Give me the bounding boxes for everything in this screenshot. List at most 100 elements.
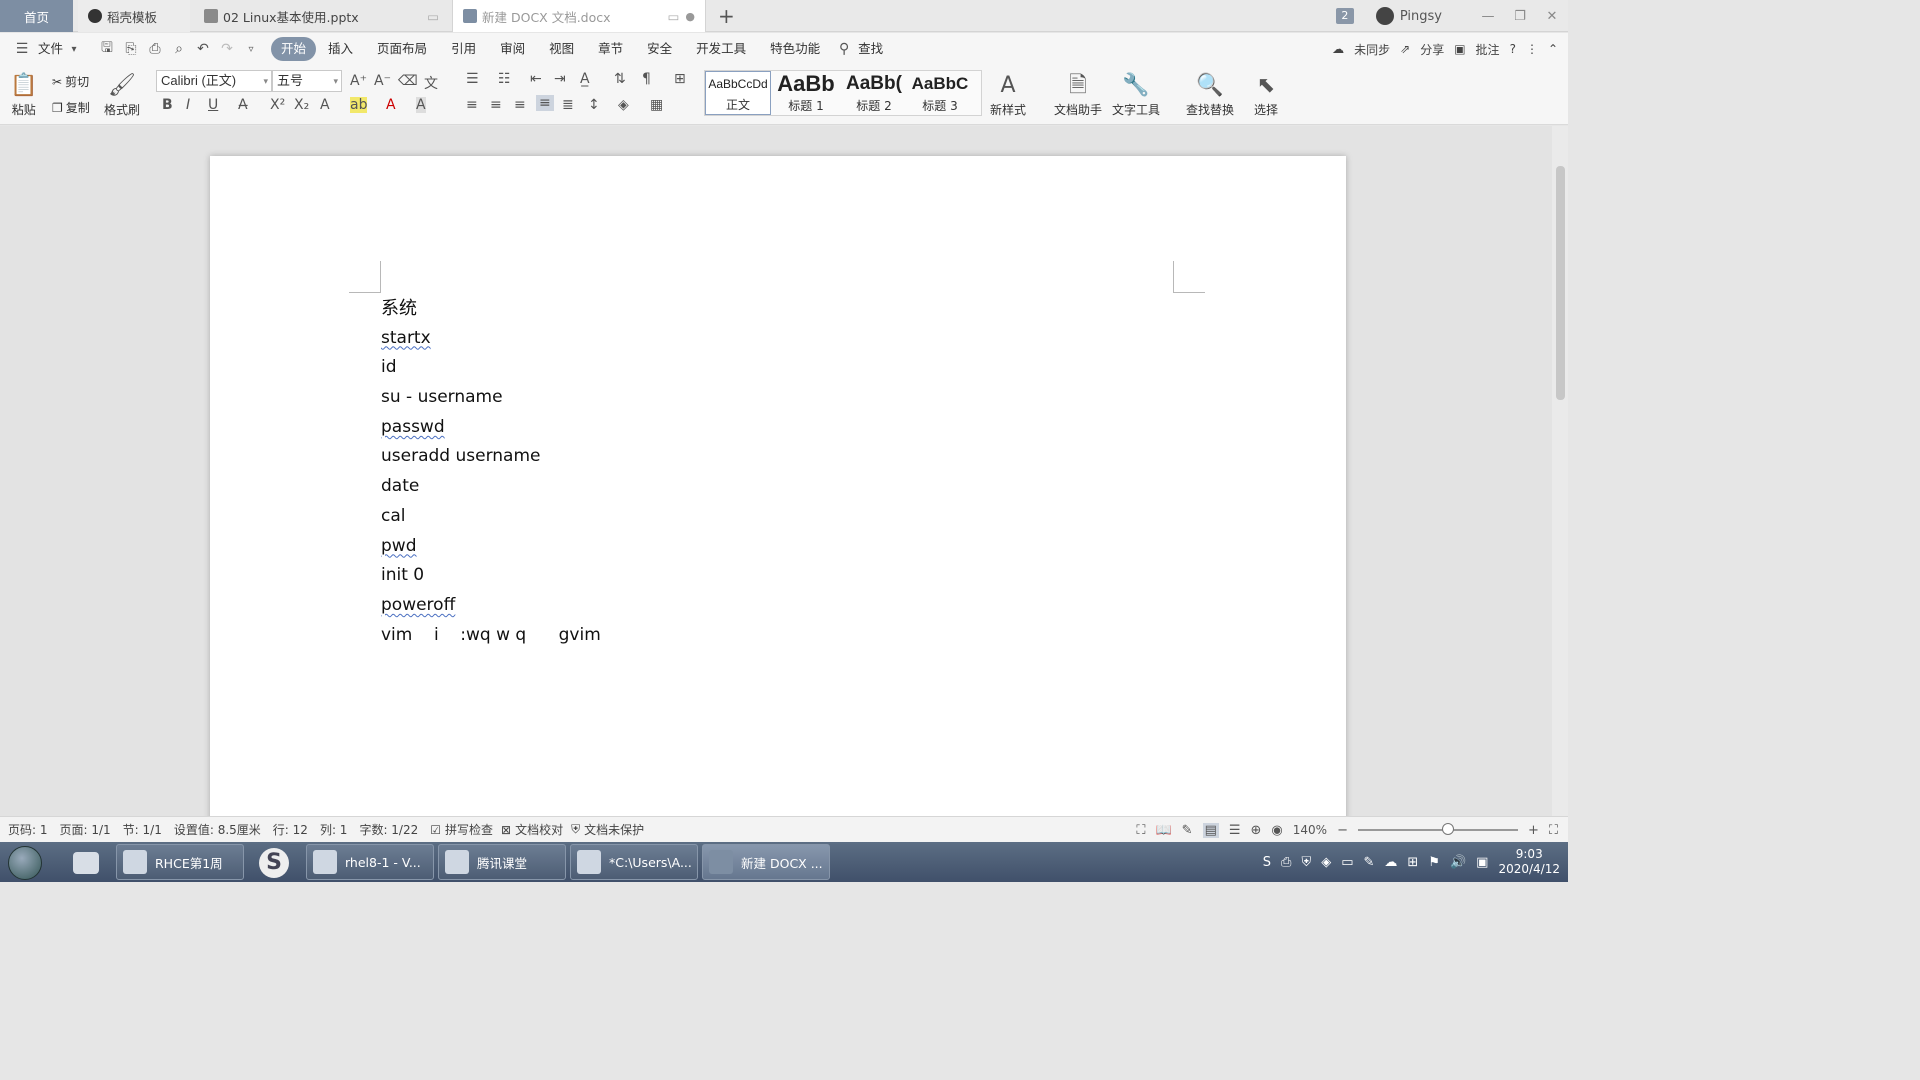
align-left-icon[interactable]: ≡ bbox=[466, 97, 478, 113]
menu-search[interactable]: 查找 bbox=[856, 37, 885, 61]
format-painter-button[interactable]: 🖌 格式刷 bbox=[104, 71, 140, 118]
text-effect-icon[interactable]: A bbox=[320, 97, 330, 113]
print-preview-icon[interactable]: ⌕ bbox=[167, 41, 191, 57]
numbering-icon[interactable]: ☷ bbox=[498, 71, 511, 87]
doc-assistant-button[interactable]: 🗎 文档助手 bbox=[1054, 71, 1102, 118]
share-button[interactable]: 分享 bbox=[1420, 41, 1444, 58]
security-icon[interactable]: ◈ bbox=[1321, 855, 1331, 870]
highlight-icon[interactable]: ab bbox=[350, 97, 368, 113]
taskbar-item-rhce[interactable]: RHCE第1周 bbox=[116, 844, 244, 880]
menu-file[interactable]: 文件 bbox=[34, 37, 67, 61]
sogou-tray-icon[interactable]: S bbox=[1263, 855, 1271, 870]
justify-icon[interactable]: ≡ bbox=[536, 95, 554, 111]
align-right-icon[interactable]: ≡ bbox=[514, 97, 526, 113]
cloud-sync-icon[interactable]: ☁ bbox=[1332, 42, 1344, 56]
italic-icon[interactable]: I bbox=[186, 97, 190, 113]
font-size-select[interactable]: 五号 ▾ bbox=[272, 70, 342, 92]
edit-icon[interactable]: ✎ bbox=[1364, 855, 1375, 870]
tab-pptx[interactable]: 02 Linux基本使用.pptx ▭ bbox=[194, 0, 449, 32]
hamburger-icon[interactable]: ☰ bbox=[10, 41, 34, 57]
menu-chapter[interactable]: 章节 bbox=[586, 37, 635, 61]
status-word-count[interactable]: 字数: 1/22 bbox=[359, 821, 418, 838]
align-center-icon[interactable]: ≡ bbox=[490, 97, 502, 113]
taskbar-item-path[interactable]: *C:\Users\A... bbox=[570, 844, 698, 880]
increase-indent-icon[interactable]: ⇥ bbox=[554, 71, 566, 87]
more-icon[interactable]: ⋮ bbox=[1526, 42, 1538, 56]
cut-button[interactable]: ✂ 剪切 bbox=[52, 73, 89, 90]
scrollbar-thumb[interactable] bbox=[1556, 166, 1565, 400]
distribute-icon[interactable]: ≣ bbox=[562, 97, 574, 113]
cloud-icon[interactable]: ☁ bbox=[1384, 855, 1397, 870]
tab-docx[interactable]: 新建 DOCX 文档.docx ▭ ● bbox=[452, 0, 706, 32]
phonetic-icon[interactable]: 文 bbox=[424, 73, 438, 93]
font-name-select[interactable]: Calibri (正文) ▾ bbox=[156, 70, 272, 92]
menu-security[interactable]: 安全 bbox=[635, 37, 684, 61]
status-section[interactable]: 节: 1/1 bbox=[123, 821, 162, 838]
border-icon[interactable]: ▦ bbox=[650, 97, 663, 113]
show-marks-icon[interactable]: ¶ bbox=[642, 71, 651, 87]
bold-icon[interactable]: B bbox=[162, 97, 173, 113]
search-icon[interactable]: ⚲ bbox=[832, 41, 856, 57]
menu-special[interactable]: 特色功能 bbox=[758, 37, 832, 61]
style-heading-1[interactable]: AaBb 标题 1 bbox=[773, 71, 839, 115]
printer-icon[interactable]: ⎙ bbox=[1281, 855, 1291, 870]
grow-font-icon[interactable]: A⁺ bbox=[350, 73, 367, 89]
table-grid-icon[interactable]: ⊞ bbox=[674, 71, 686, 87]
new-style-button[interactable]: A 新样式 bbox=[990, 71, 1026, 118]
reading-mode-icon[interactable]: 📖 bbox=[1155, 823, 1171, 838]
eye-protection-icon[interactable]: ◉ bbox=[1271, 823, 1282, 838]
comment-button[interactable]: 批注 bbox=[1476, 41, 1500, 58]
outline-view-icon[interactable]: ☰ bbox=[1229, 823, 1241, 838]
export-icon[interactable]: ⎘ bbox=[119, 41, 143, 57]
unsaved-dot-icon[interactable]: ● bbox=[685, 10, 695, 23]
clear-format-icon[interactable]: ⌫ bbox=[398, 73, 418, 89]
doc-line[interactable]: date bbox=[381, 472, 601, 502]
taskbar-item-tencent-classroom[interactable]: 腾讯课堂 bbox=[438, 844, 566, 880]
shrink-font-icon[interactable]: A⁻ bbox=[374, 73, 391, 89]
share-icon[interactable]: ⇗ bbox=[1400, 42, 1410, 56]
chevron-down-icon[interactable]: ▾ bbox=[67, 44, 81, 55]
flag-icon[interactable]: ⚑ bbox=[1428, 855, 1440, 870]
document-page[interactable]: 系统 startx id su - username passwd userad… bbox=[210, 156, 1346, 826]
menu-developer[interactable]: 开发工具 bbox=[684, 37, 758, 61]
style-heading-2[interactable]: AaBb( 标题 2 bbox=[841, 71, 907, 115]
display-icon[interactable]: ▣ bbox=[1476, 855, 1488, 870]
underline-icon[interactable]: U bbox=[208, 97, 218, 113]
menu-page-layout[interactable]: 页面布局 bbox=[365, 37, 439, 61]
doc-line[interactable]: init 0 bbox=[381, 561, 601, 591]
minimize-icon[interactable]: — bbox=[1472, 9, 1504, 24]
strikethrough-icon[interactable]: A̶ bbox=[238, 97, 248, 113]
shading-icon[interactable]: ◈ bbox=[618, 97, 629, 113]
decrease-indent-icon[interactable]: ⇤ bbox=[530, 71, 542, 87]
font-color-icon[interactable]: A bbox=[386, 97, 396, 113]
window-count-badge[interactable]: 2 bbox=[1335, 8, 1354, 24]
help-icon[interactable]: ? bbox=[1510, 42, 1516, 56]
close-icon[interactable]: ✕ bbox=[1536, 9, 1568, 24]
doc-line-current[interactable]: vim i :wq w q gvim bbox=[381, 621, 601, 651]
clock[interactable]: 9:03 2020/4/12 bbox=[1498, 847, 1560, 877]
user-name[interactable]: Pingsy bbox=[1400, 9, 1442, 24]
superscript-icon[interactable]: X² bbox=[270, 97, 285, 113]
menu-review[interactable]: 审阅 bbox=[488, 37, 537, 61]
vertical-scrollbar[interactable] bbox=[1552, 126, 1568, 816]
menu-references[interactable]: 引用 bbox=[439, 37, 488, 61]
bullets-icon[interactable]: ☰ bbox=[466, 71, 479, 87]
doc-line[interactable]: poweroff bbox=[381, 591, 455, 621]
web-view-icon[interactable]: ⊕ bbox=[1251, 823, 1262, 838]
status-protection[interactable]: 文档未保护 bbox=[584, 821, 644, 838]
zoom-in-icon[interactable]: + bbox=[1528, 823, 1539, 838]
doc-line[interactable]: passwd bbox=[381, 413, 445, 443]
sort-icon[interactable]: ⇅ bbox=[614, 71, 626, 87]
zoom-slider[interactable] bbox=[1357, 823, 1518, 835]
zoom-out-icon[interactable]: − bbox=[1337, 823, 1348, 838]
subscript-icon[interactable]: X₂ bbox=[294, 97, 309, 113]
char-shading-icon[interactable]: A bbox=[416, 97, 426, 113]
taskbar-item-vm[interactable]: rhel8-1 - V... bbox=[306, 844, 434, 880]
monitor-icon[interactable]: ▭ bbox=[1341, 855, 1353, 870]
status-spell-check[interactable]: 拼写检查 bbox=[445, 821, 493, 838]
sogou-icon[interactable]: S bbox=[254, 846, 294, 880]
customize-toolbar-icon[interactable]: ▿ bbox=[239, 44, 263, 55]
status-page-number[interactable]: 页码: 1 bbox=[8, 821, 48, 838]
fit-page-icon[interactable]: ⛶ bbox=[1549, 823, 1558, 838]
menu-insert[interactable]: 插入 bbox=[316, 37, 365, 61]
